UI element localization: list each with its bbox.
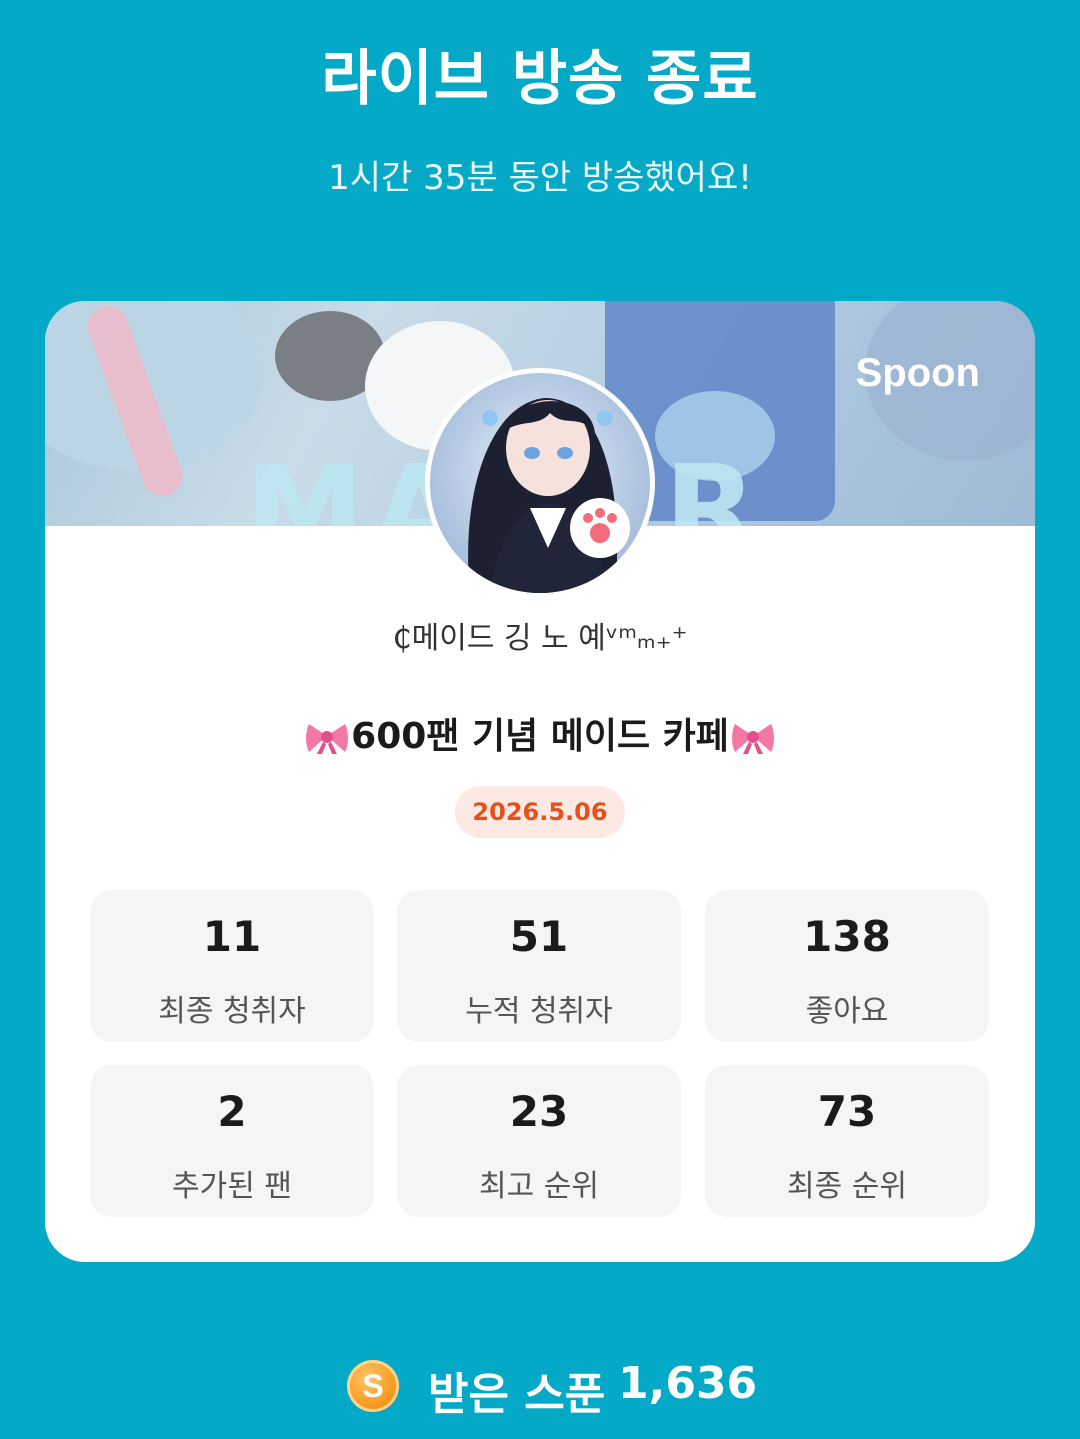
spoon-logo: Spoon <box>855 351 980 395</box>
stat-label: 누적 청취자 <box>465 994 613 1029</box>
page-title: 라이브 방송 종료 <box>321 44 759 114</box>
stat-label: 추가된 팬 <box>172 1169 292 1204</box>
ribbon-bow-icon <box>306 724 349 754</box>
stat-value: 73 <box>817 1087 877 1136</box>
stat-likes: 138 좋아요 <box>705 890 989 1042</box>
avatar-image <box>430 373 650 593</box>
stat-new-fans: 2 추가된 팬 <box>90 1065 374 1217</box>
avatar[interactable] <box>430 373 650 593</box>
broadcast-title: 600팬 기념 메이드 카페 <box>45 707 1035 759</box>
broadcast-title-text: 600팬 기념 메이드 카페 <box>351 716 729 757</box>
received-spoons-value: 1,636 <box>618 1358 758 1409</box>
stat-label: 최종 순위 <box>787 1169 907 1204</box>
stat-final-listeners: 11 최종 청취자 <box>90 890 374 1042</box>
ribbon-bow-icon <box>731 724 774 754</box>
stat-label: 좋아요 <box>805 994 889 1029</box>
stat-total-listeners: 51 누적 청취자 <box>397 890 681 1042</box>
broadcast-duration: 1시간 35분 동안 방송했어요! <box>328 158 752 198</box>
spoon-coin-icon: S <box>347 1360 399 1412</box>
broadcast-date-badge: 2026.5.06 <box>455 786 625 838</box>
streamer-nickname[interactable]: ₵메이드 깅 노 예ᵛᵐₘ₊⁺ <box>45 613 1035 657</box>
stat-value: 2 <box>217 1087 247 1136</box>
stat-value: 23 <box>509 1087 569 1136</box>
stat-value: 11 <box>202 912 262 961</box>
stat-final-rank: 73 최종 순위 <box>705 1065 989 1217</box>
broadcast-summary-card: MAKER Spoon <box>45 301 1035 1262</box>
stat-value: 138 <box>803 912 891 961</box>
stat-label: 최고 순위 <box>479 1169 599 1204</box>
stat-best-rank: 23 최고 순위 <box>397 1065 681 1217</box>
stat-label: 최종 청취자 <box>158 994 306 1029</box>
received-spoons-label: 받은 스푼 <box>428 1369 606 1420</box>
stat-value: 51 <box>509 912 569 961</box>
